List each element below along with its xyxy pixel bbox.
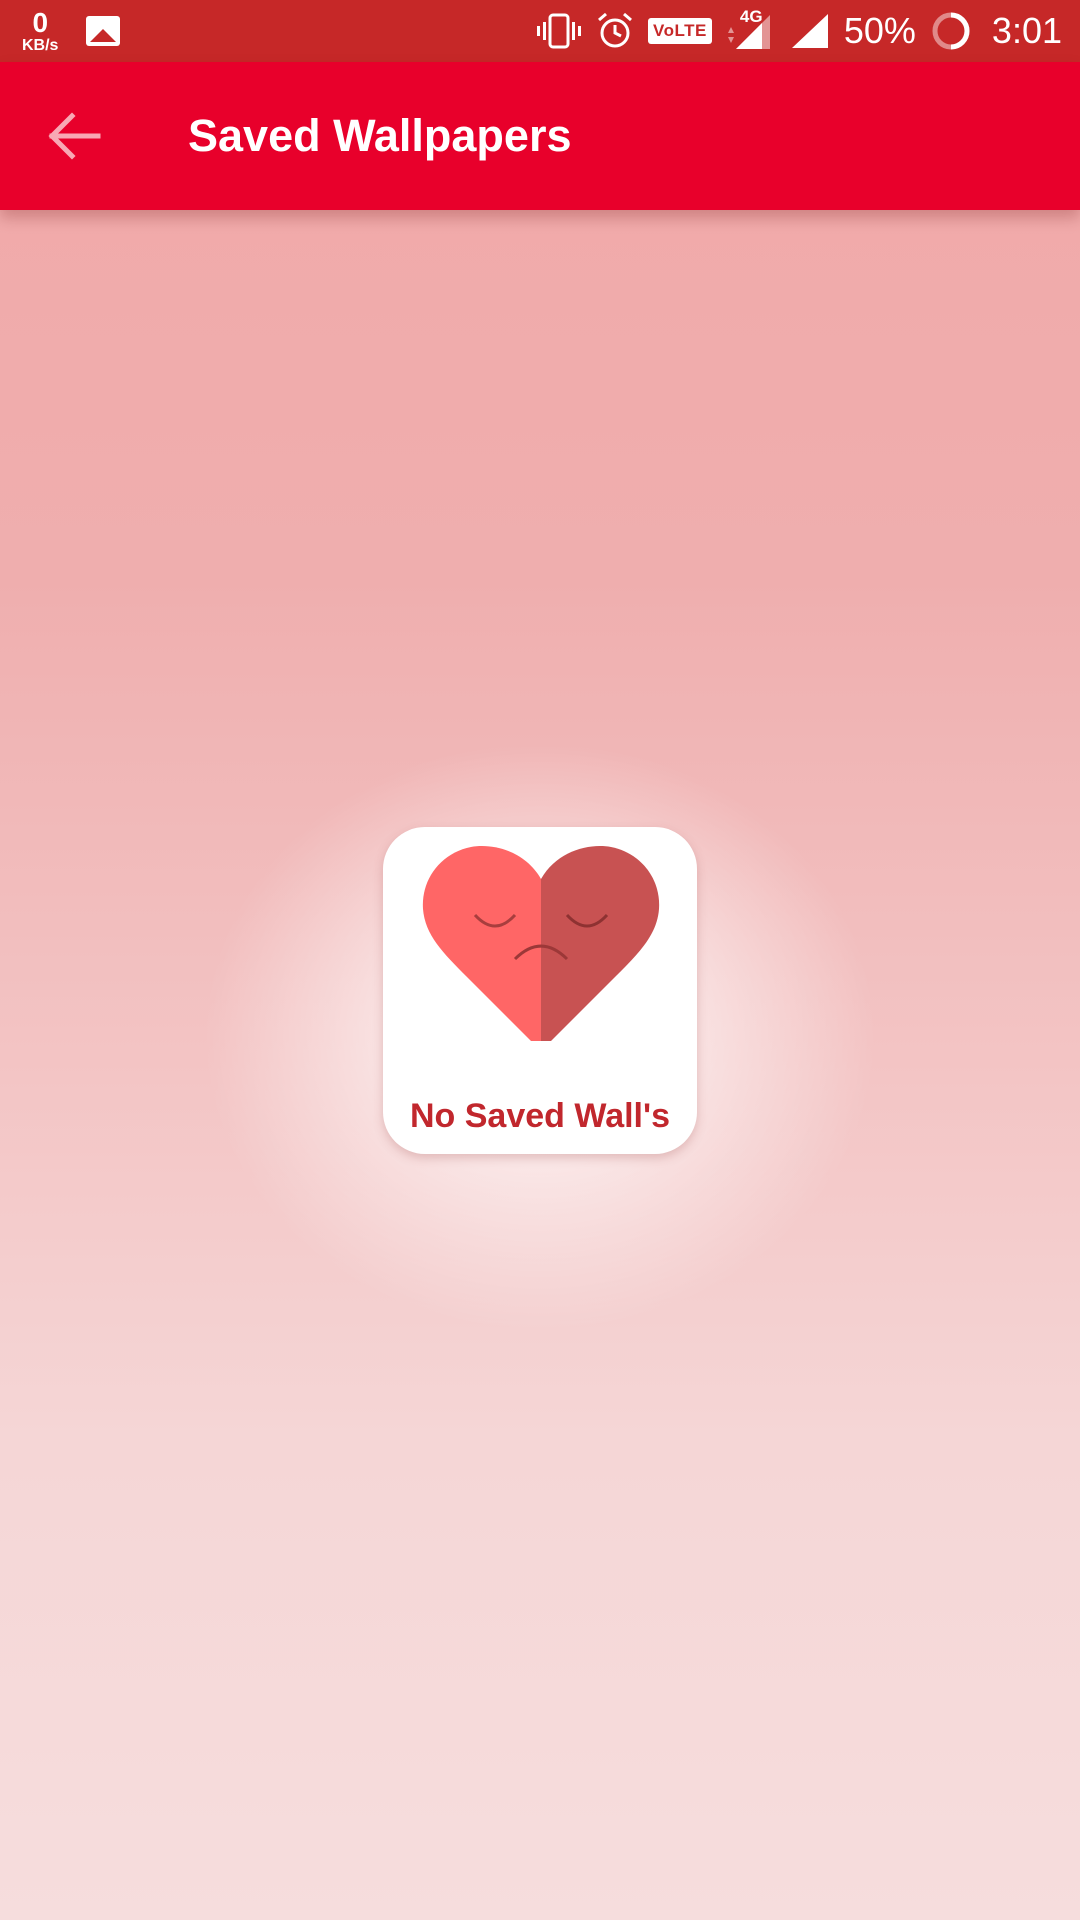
app-toolbar: Saved Wallpapers [0,62,1080,210]
page-title: Saved Wallpapers [188,110,572,161]
battery-icon [930,10,972,52]
status-bar: 0 KB/s VoLTE 4G 50% 3:01 [0,0,1080,62]
battery-percent: 50% [843,10,916,51]
arrow-back-icon [48,112,101,160]
signal-icon [790,12,830,50]
empty-state-card: No Saved Wall's [383,827,697,1154]
sad-heart-icon [422,846,660,1041]
vibrate-icon [536,13,582,49]
net-speed-value: 0 [32,6,49,38]
network-type-label: 4G [739,7,763,26]
empty-state-label: No Saved Wall's [409,1097,670,1135]
network-speed-indicator: 0 KB/s [22,6,59,54]
signal-4g-icon: 4G [726,7,776,51]
volte-icon: VoLTE [648,18,712,44]
alarm-icon [596,12,634,50]
clock: 3:01 [991,10,1062,51]
net-speed-unit: KB/s [22,36,59,54]
gallery-icon [86,16,121,46]
back-button[interactable] [24,86,124,186]
